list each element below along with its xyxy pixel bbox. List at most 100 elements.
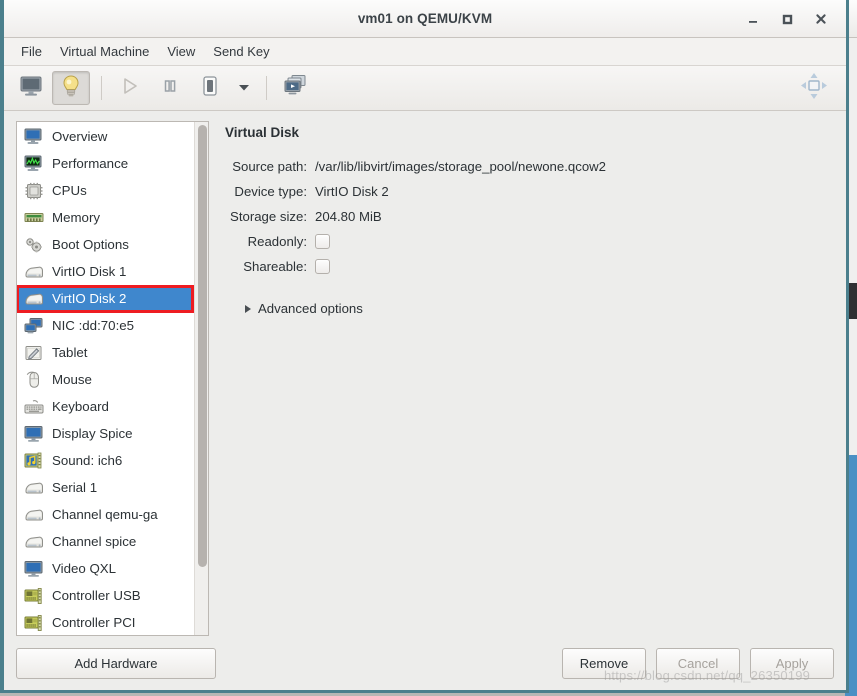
- sidebar-item-label: NIC :dd:70:e5: [52, 317, 135, 333]
- toolbar-separator-2: [266, 76, 267, 100]
- sidebar-item-label: Sound: ich6: [52, 452, 123, 468]
- minimize-icon[interactable]: [736, 4, 770, 34]
- field-label-shareable: Shareable:: [243, 259, 307, 274]
- shutdown-button[interactable]: [191, 71, 229, 105]
- shutdown-icon: [199, 74, 221, 103]
- footer-bar: Add Hardware Remove Cancel Apply: [4, 636, 846, 690]
- field-label-readonly: Readonly:: [247, 234, 307, 249]
- sidebar-item-label: Channel qemu-ga: [52, 506, 158, 522]
- sidebar-item-label: CPUs: [52, 182, 87, 198]
- sidebar-item-cpus[interactable]: CPUs: [17, 177, 194, 204]
- chevron-right-icon: [245, 304, 251, 313]
- sidebar-item-label: Performance: [52, 155, 129, 171]
- controller-card-icon: [24, 614, 44, 632]
- remove-button[interactable]: Remove: [562, 647, 646, 679]
- pause-icon: [159, 75, 181, 102]
- sidebar-item-keyboard[interactable]: Keyboard: [17, 393, 194, 420]
- sidebar-item-label: Keyboard: [52, 398, 109, 414]
- field-value-device-type: VirtIO Disk 2: [315, 184, 389, 199]
- toolbar: [4, 66, 846, 111]
- readonly-checkbox[interactable]: [315, 234, 330, 249]
- run-button[interactable]: [111, 71, 149, 105]
- computer-monitor-icon: [24, 128, 44, 146]
- sidebar-item-overview[interactable]: Overview: [17, 123, 194, 150]
- virtual-disk-panel: Virtual Disk Source path: /var/lib/libvir…: [219, 121, 834, 636]
- hardware-sidebar: Overview Performance CPUs Memory Boot Option…: [16, 121, 209, 636]
- sidebar-item-channel-spice[interactable]: Channel spice: [17, 528, 194, 555]
- window-title: vm01 on QEMU/KVM: [357, 11, 493, 26]
- advanced-options-label: Advanced options: [258, 301, 363, 316]
- cpu-chip-icon: [24, 182, 44, 200]
- sidebar-scrollbar[interactable]: [194, 122, 208, 635]
- menu-file[interactable]: File: [12, 40, 51, 63]
- sound-card-icon: [24, 452, 44, 470]
- close-icon[interactable]: [804, 4, 838, 34]
- sidebar-item-video-qxl[interactable]: Video QXL: [17, 555, 194, 582]
- keyboard-icon: [24, 398, 44, 416]
- sidebar-item-tablet[interactable]: Tablet: [17, 339, 194, 366]
- window-controls: [736, 0, 838, 38]
- field-row-source-path: Source path: /var/lib/libvirt/images/stor…: [225, 154, 834, 179]
- shareable-checkbox[interactable]: [315, 259, 330, 274]
- sidebar-item-label: Tablet: [52, 344, 88, 360]
- pause-button[interactable]: [151, 71, 189, 105]
- shutdown-options-button[interactable]: [231, 71, 257, 105]
- sidebar-item-label: Mouse: [52, 371, 92, 387]
- sidebar-item-performance[interactable]: Performance: [17, 150, 194, 177]
- field-row-device-type: Device type: VirtIO Disk 2: [225, 179, 834, 204]
- serial-port-icon: [24, 533, 44, 551]
- details-view-button[interactable]: [52, 71, 90, 105]
- sidebar-item-memory[interactable]: Memory: [17, 204, 194, 231]
- fullscreen-button[interactable]: [798, 72, 830, 104]
- controller-card-icon: [24, 587, 44, 605]
- apply-button[interactable]: Apply: [750, 647, 834, 679]
- sidebar-item-serial-1[interactable]: Serial 1: [17, 474, 194, 501]
- sidebar-item-label: Memory: [52, 209, 101, 225]
- sidebar-item-label: VirtIO Disk 1: [52, 263, 127, 279]
- sidebar-item-label: VirtIO Disk 2: [52, 290, 127, 306]
- sidebar-item-sound-ich6[interactable]: Sound: ich6: [17, 447, 194, 474]
- sidebar-item-channel-qemu-ga[interactable]: Channel qemu-ga: [17, 501, 194, 528]
- field-value-source-path: /var/lib/libvirt/images/storage_pool/new…: [315, 159, 607, 174]
- field-label-device-type: Device type:: [234, 184, 307, 199]
- field-row-shareable: Shareable:: [225, 254, 834, 279]
- sidebar-item-label: Display Spice: [52, 425, 133, 441]
- menu-view[interactable]: View: [158, 40, 204, 63]
- footer-action-buttons: Remove Cancel Apply: [562, 647, 834, 679]
- console-view-button[interactable]: [12, 71, 50, 105]
- snapshots-button[interactable]: [276, 71, 314, 105]
- field-label-storage-size: Storage size:: [230, 209, 307, 224]
- sidebar-item-label: Controller PCI: [52, 614, 136, 630]
- display-screen-icon: [24, 425, 44, 443]
- sidebar-item-controller-pci[interactable]: Controller PCI: [17, 609, 194, 635]
- harddisk-icon: [24, 290, 44, 308]
- sidebar-item-virtio-disk-2[interactable]: VirtIO Disk 2: [17, 285, 194, 313]
- sidebar-scrollbar-thumb[interactable]: [198, 125, 207, 567]
- sidebar-item-display-spice[interactable]: Display Spice: [17, 420, 194, 447]
- console-monitor-icon: [19, 75, 43, 102]
- tablet-pen-icon: [24, 344, 44, 362]
- memory-ram-icon: [24, 209, 44, 227]
- toolbar-separator-1: [101, 76, 102, 100]
- sidebar-item-label: Video QXL: [52, 560, 117, 576]
- add-hardware-button[interactable]: Add Hardware: [16, 647, 216, 679]
- menu-send-key[interactable]: Send Key: [204, 40, 278, 63]
- hardware-list[interactable]: Overview Performance CPUs Memory Boot Option…: [17, 122, 194, 635]
- sidebar-item-virtio-disk-1[interactable]: VirtIO Disk 1: [17, 258, 194, 285]
- display-screen-icon: [24, 560, 44, 578]
- menu-virtual-machine[interactable]: Virtual Machine: [51, 40, 158, 63]
- sidebar-item-boot-options[interactable]: Boot Options: [17, 231, 194, 258]
- snapshots-icon: [283, 74, 307, 102]
- sidebar-item-controller-usb[interactable]: Controller USB: [17, 582, 194, 609]
- lightbulb-details-icon: [60, 74, 82, 103]
- menubar: File Virtual Machine View Send Key: [4, 38, 846, 66]
- maximize-icon[interactable]: [770, 4, 804, 34]
- field-row-readonly: Readonly:: [225, 229, 834, 254]
- fullscreen-resize-icon: [799, 71, 829, 106]
- sidebar-item-nic-dd-70-e5[interactable]: NIC :dd:70:e5: [17, 312, 194, 339]
- cancel-button[interactable]: Cancel: [656, 647, 740, 679]
- advanced-options-toggle[interactable]: Advanced options: [245, 301, 834, 316]
- page-title: Virtual Disk: [225, 125, 300, 140]
- sidebar-item-mouse[interactable]: Mouse: [17, 366, 194, 393]
- sidebar-item-label: Channel spice: [52, 533, 137, 549]
